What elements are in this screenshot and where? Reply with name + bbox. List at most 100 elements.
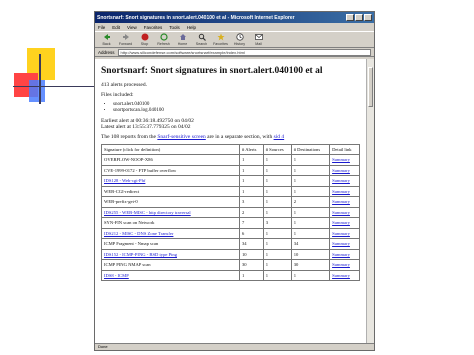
alerts-cell-text: 3 xyxy=(242,199,245,205)
summary-link[interactable]: Summary xyxy=(332,178,350,183)
detail-cell: Summary xyxy=(329,217,360,229)
destinations-cell-text: 30 xyxy=(293,262,299,268)
destinations-cell: 30 xyxy=(290,259,331,271)
destinations-cell-text: 1 xyxy=(293,178,297,184)
signature-cell: OVERFLOW-NOOP-X86 xyxy=(101,154,240,166)
decor-horizontal-line xyxy=(13,86,99,87)
summary-link[interactable]: Summary xyxy=(332,220,350,225)
sources-cell: 1 xyxy=(262,185,292,197)
signature-cell: WEB-CGI-redirect xyxy=(101,185,240,197)
signature-link[interactable]: IDS212 - MISC - DNS Zone Transfer xyxy=(104,231,173,236)
sources-cell-text: 1 xyxy=(265,251,268,257)
destinations-cell-text: 1 xyxy=(293,209,297,215)
address-input[interactable]: http://www.silicondefense.com/software/s… xyxy=(117,48,371,56)
detail-cell: Summary xyxy=(329,164,360,176)
history-label: History xyxy=(233,42,246,46)
summary-link[interactable]: Summary xyxy=(332,199,350,204)
refresh-label: Refresh xyxy=(157,42,170,46)
stop-button[interactable]: Stop xyxy=(136,33,153,46)
destinations-cell: 1 xyxy=(290,185,331,197)
history-button[interactable]: History xyxy=(231,33,248,46)
col-destinations: # Destinations xyxy=(290,144,331,155)
address-bar: Address http://www.silicondefense.com/so… xyxy=(95,48,374,57)
col-signature: Signature (click for definition) xyxy=(101,144,240,155)
detail-cell: Summary xyxy=(329,227,360,239)
signature-link[interactable]: IDS8 - ICMP xyxy=(104,273,129,278)
sources-prefix: The 108 reports from the xyxy=(101,134,156,140)
summary-link[interactable]: Summary xyxy=(332,262,350,267)
summary-link[interactable]: Summary xyxy=(332,168,350,173)
table-row: IDS8 - ICMP 1 1 1 Summary xyxy=(101,269,360,281)
close-button[interactable] xyxy=(364,14,372,21)
menu-view[interactable]: View xyxy=(127,25,137,30)
scrollbar-thumb[interactable] xyxy=(368,67,373,107)
alerts-cell-text: 10 xyxy=(242,251,247,257)
minimize-button[interactable] xyxy=(346,14,354,21)
table-header-row: Signature (click for definition) # Alert… xyxy=(101,144,360,155)
signature-link[interactable]: IDS128 - Web-cgi-Phf xyxy=(104,178,145,183)
alerts-cell-text: 1 xyxy=(242,167,245,173)
favorites-button[interactable]: Favorites xyxy=(212,33,229,46)
alerts-cell: 1 xyxy=(239,154,264,166)
sources-cell-text: 1 xyxy=(265,262,268,268)
table-row: IDS212 - MISC - DNS Zone Transfer 6 1 1 Summ… xyxy=(101,227,360,239)
summary-link[interactable]: Summary xyxy=(332,252,350,257)
search-button[interactable]: Search xyxy=(193,33,210,46)
refresh-button[interactable]: Refresh xyxy=(155,33,172,46)
maximize-button[interactable] xyxy=(355,14,363,21)
destinations-cell-text: 1 xyxy=(293,167,297,173)
destinations-cell-text: 10 xyxy=(293,251,299,257)
mail-button[interactable]: Mail xyxy=(250,33,267,46)
signature-link[interactable]: IDS255 - WEB-MISC - http directory trave… xyxy=(104,210,191,215)
snarf-sensitive-link[interactable]: Snarf-sensitive screen xyxy=(157,134,205,140)
alerts-cell: 10 xyxy=(239,248,264,260)
vertical-scrollbar[interactable] xyxy=(366,59,374,343)
summary-link[interactable]: Summary xyxy=(332,231,350,236)
signature-cell-text: ICMP Fragment - Nmap scan xyxy=(104,241,159,247)
destinations-cell: 1 xyxy=(290,164,331,176)
home-button[interactable]: Home xyxy=(174,33,191,46)
sources-cell: 1 xyxy=(262,238,292,250)
sid-link[interactable]: sid 4 xyxy=(274,134,285,140)
menu-favorites[interactable]: Favorites xyxy=(144,25,163,30)
signature-cell-text: OVERFLOW-NOOP-X86 xyxy=(104,157,153,163)
mail-icon xyxy=(254,34,263,40)
destinations-cell-text: 1 xyxy=(293,157,297,163)
alerts-cell: 34 xyxy=(239,238,264,250)
signature-cell-text: SYN-FIN scan on Network xyxy=(104,220,155,226)
summary-link[interactable]: Summary xyxy=(332,241,350,246)
menu-edit[interactable]: Edit xyxy=(112,25,120,30)
summary-link[interactable]: Summary xyxy=(332,189,350,194)
toolbar: Back Forward Stop Refresh Home Search Fa… xyxy=(95,31,374,48)
destinations-cell-text: 1 xyxy=(293,220,297,226)
sources-cell-text: 1 xyxy=(265,199,268,205)
signature-cell: IDS128 - Web-cgi-Phf xyxy=(101,175,240,187)
stop-label: Stop xyxy=(140,42,149,46)
detail-cell: Summary xyxy=(329,269,360,281)
menu-help[interactable]: Help xyxy=(187,25,196,30)
signature-link[interactable]: IDS152 - ICMP-PING - BSD type Ping xyxy=(104,252,177,257)
summary-link[interactable]: Summary xyxy=(332,157,350,162)
file-item: snortportscan.log.040100 xyxy=(113,108,360,113)
summary-link[interactable]: Summary xyxy=(332,273,350,278)
table-row: ICMP PING NMAP scan 30 1 30 Summary xyxy=(101,259,360,271)
menu-file[interactable]: File xyxy=(98,25,105,30)
files-label: Files included: xyxy=(101,92,134,98)
menu-tools[interactable]: Tools xyxy=(169,25,180,30)
forward-label: Forward xyxy=(118,42,133,46)
back-button[interactable]: Back xyxy=(98,33,115,46)
alerts-processed: 413 alerts processed. xyxy=(101,82,147,88)
status-bar: Done xyxy=(95,343,374,350)
sources-cell: 1 xyxy=(262,248,292,260)
stop-icon xyxy=(141,33,148,41)
detail-cell: Summary xyxy=(329,154,360,166)
alerts-cell: 30 xyxy=(239,259,264,271)
sources-cell-text: 1 xyxy=(265,241,268,247)
search-label: Search xyxy=(195,42,208,46)
sources-cell-text: 1 xyxy=(265,272,268,278)
favorites-label: Favorites xyxy=(213,42,228,46)
signature-cell-text: ICMP PING NMAP scan xyxy=(104,262,151,268)
signature-cell: ICMP PING NMAP scan xyxy=(101,259,240,271)
forward-button[interactable]: Forward xyxy=(117,33,134,46)
summary-link[interactable]: Summary xyxy=(332,210,350,215)
